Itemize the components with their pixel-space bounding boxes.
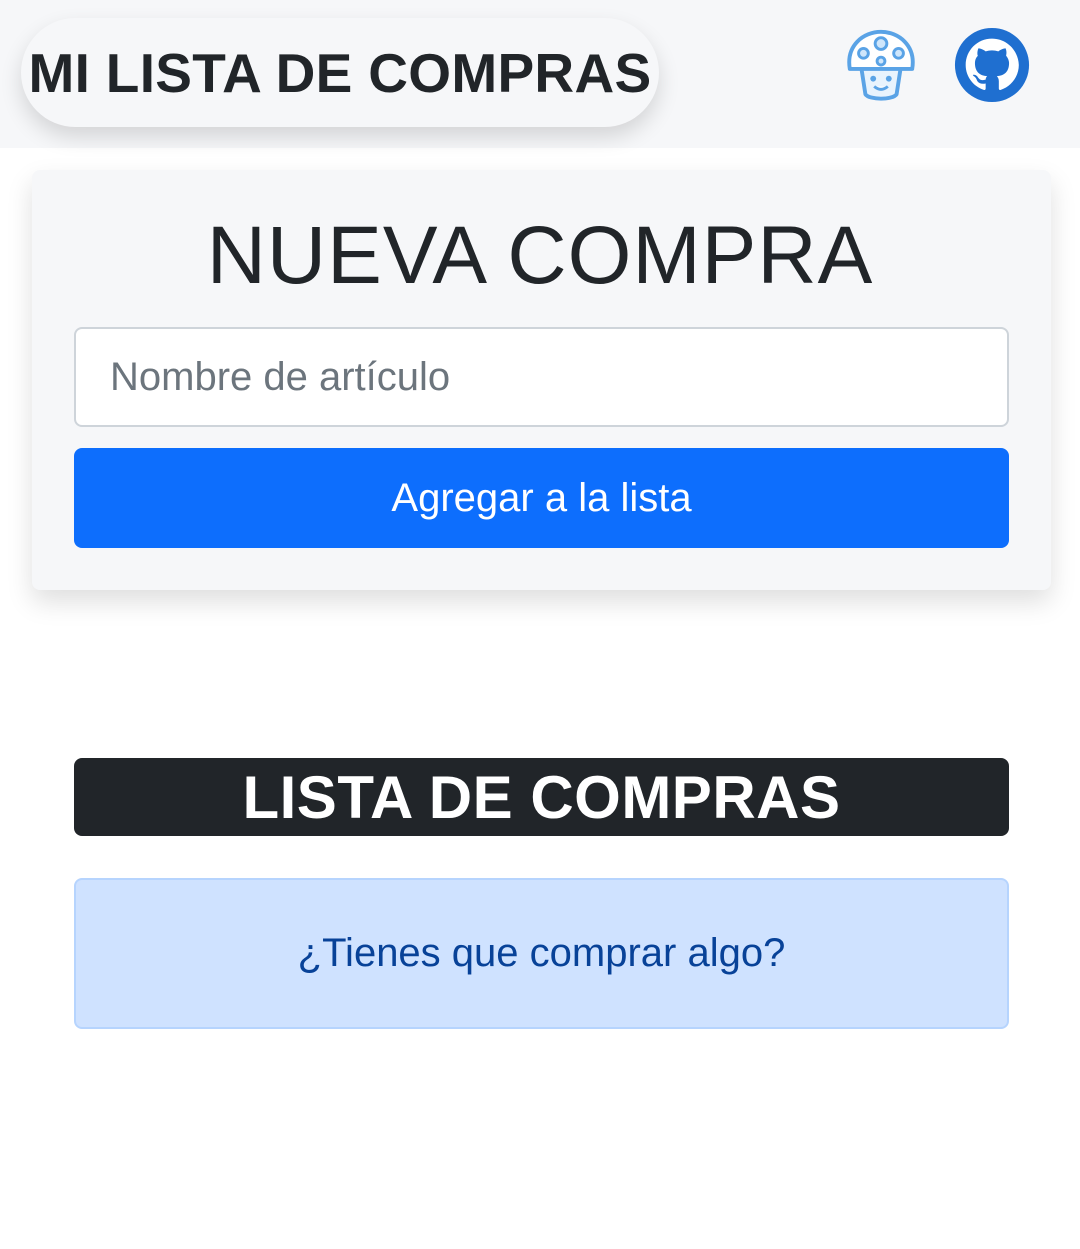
mushroom-icon[interactable] — [842, 26, 920, 104]
app-title[interactable]: MI LISTA DE COMPRAS — [21, 18, 659, 127]
empty-list-alert: ¿Tienes que comprar algo? — [74, 878, 1009, 1029]
shopping-list-header: LISTA DE COMPRAS — [74, 758, 1009, 836]
new-purchase-title: NUEVA COMPRA — [206, 210, 874, 301]
item-name-input[interactable] — [74, 327, 1009, 427]
github-icon[interactable] — [953, 26, 1031, 104]
navbar: MI LISTA DE COMPRAS — [0, 0, 1080, 148]
add-to-list-button[interactable]: Agregar a la lista — [74, 448, 1009, 548]
